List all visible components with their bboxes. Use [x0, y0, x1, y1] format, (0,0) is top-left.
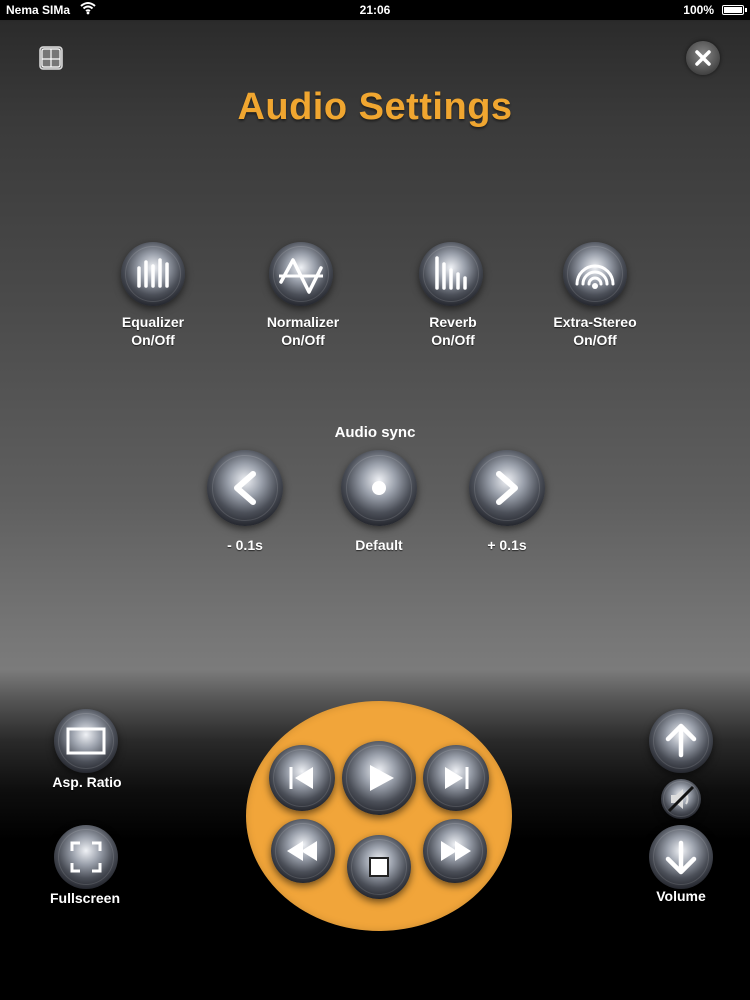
fullscreen-icon	[70, 841, 102, 873]
extra-stereo-toggle-button[interactable]	[563, 242, 627, 306]
normalizer-label: Normalizer On/Off	[233, 313, 373, 349]
fast-forward-icon	[441, 841, 471, 861]
arrow-down-icon	[665, 840, 697, 875]
extra-stereo-label: Extra-Stereo On/Off	[525, 313, 665, 349]
arrow-up-icon	[665, 723, 697, 758]
reverb-toggle-button[interactable]	[419, 242, 483, 306]
sync-plus-label: + 0.1s	[487, 537, 527, 553]
sync-minus-button[interactable]	[207, 450, 283, 526]
fullscreen-button[interactable]	[54, 825, 118, 889]
reverb-label: Reverb On/Off	[383, 313, 523, 349]
volume-label: Volume	[656, 888, 706, 904]
window-toggle-button[interactable]	[34, 42, 68, 76]
aspect-ratio-icon	[66, 727, 106, 755]
sync-plus-button[interactable]	[469, 450, 545, 526]
equalizer-sub: On/Off	[131, 332, 175, 348]
volume-down-button[interactable]	[649, 825, 713, 889]
mute-button[interactable]	[661, 779, 701, 819]
reverb-bars-icon	[435, 256, 467, 290]
window-icon	[39, 46, 63, 70]
audio-sync-title: Audio sync	[334, 424, 416, 441]
sync-minus-label: - 0.1s	[227, 537, 263, 553]
chevron-right-icon	[496, 471, 518, 505]
skip-next-icon	[445, 767, 469, 789]
fullscreen-label: Fullscreen	[49, 890, 121, 906]
extra-stereo-name: Extra-Stereo	[553, 314, 637, 330]
reverb-sub: On/Off	[431, 332, 475, 348]
equalizer-label: Equalizer On/Off	[83, 313, 223, 349]
aspect-ratio-label: Asp. Ratio	[52, 774, 122, 790]
play-button[interactable]	[342, 741, 416, 815]
page-title: Audio Settings	[237, 86, 513, 128]
close-icon	[695, 50, 711, 66]
stop-icon	[369, 857, 389, 877]
battery-icon	[722, 5, 747, 15]
stereo-arcs-icon	[575, 264, 615, 289]
mute-speaker-icon	[667, 785, 695, 813]
chevron-left-icon	[234, 471, 256, 505]
close-button[interactable]	[686, 41, 720, 75]
battery-percent: 100%	[683, 3, 714, 17]
sync-default-button[interactable]	[341, 450, 417, 526]
extra-stereo-sub: On/Off	[573, 332, 617, 348]
normalizer-name: Normalizer	[266, 314, 340, 330]
volume-up-button[interactable]	[649, 709, 713, 773]
stop-button[interactable]	[347, 835, 411, 899]
status-bar: Nema SIMa 21:06 100%	[0, 0, 750, 20]
equalizer-name: Equalizer	[121, 314, 185, 330]
play-icon	[370, 765, 394, 791]
normalizer-wave-icon	[279, 258, 323, 294]
reverb-name: Reverb	[429, 314, 477, 330]
sync-default-label: Default	[355, 537, 403, 553]
next-track-button[interactable]	[423, 745, 489, 811]
normalizer-sub: On/Off	[281, 332, 325, 348]
aspect-ratio-button[interactable]	[54, 709, 118, 773]
previous-track-button[interactable]	[269, 745, 335, 811]
equalizer-toggle-button[interactable]	[121, 242, 185, 306]
fast-forward-button[interactable]	[423, 819, 487, 883]
normalizer-toggle-button[interactable]	[269, 242, 333, 306]
rewind-icon	[287, 841, 317, 861]
equalizer-bars-icon	[137, 258, 169, 288]
rewind-button[interactable]	[271, 819, 335, 883]
dot-icon	[372, 481, 386, 495]
clock: 21:06	[359, 3, 391, 17]
skip-previous-icon	[289, 767, 313, 789]
